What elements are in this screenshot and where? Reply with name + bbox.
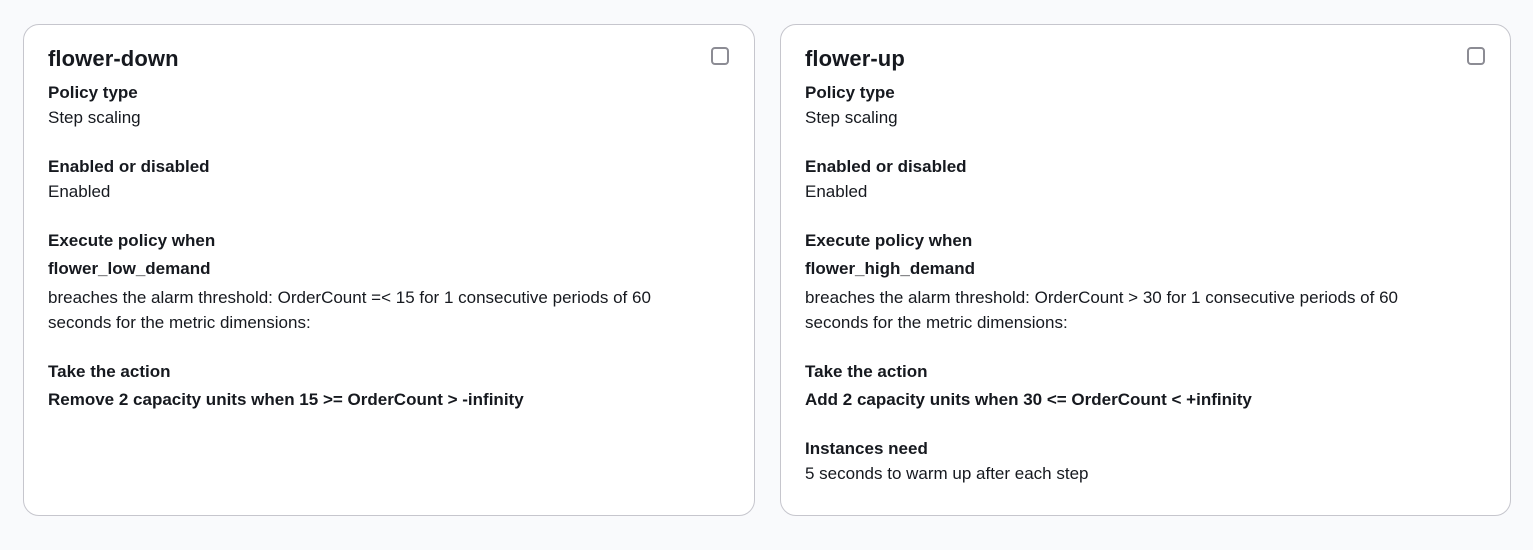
take-action-label: Take the action: [48, 362, 171, 381]
policy-type-value: Step scaling: [805, 108, 898, 127]
policy-type-label: Policy type: [805, 83, 895, 102]
enabled-value: Enabled: [48, 182, 111, 201]
enabled-label: Enabled or disabled: [805, 157, 967, 176]
alarm-name: flower_low_demand: [48, 259, 211, 278]
action-value: Add 2 capacity units when 30 <= OrderCou…: [805, 390, 1252, 409]
policy-type-label: Policy type: [48, 83, 138, 102]
select-policy-checkbox[interactable]: [1467, 47, 1485, 65]
policy-card-flower-up: flower-up Policy type Step scaling Enabl…: [780, 24, 1511, 516]
alarm-description: breaches the alarm threshold: OrderCount…: [48, 288, 651, 332]
scaling-policies-container: flower-down Policy type Step scaling Ena…: [0, 0, 1533, 550]
execute-policy-label: Execute policy when: [805, 231, 973, 250]
policy-title: flower-up: [805, 46, 905, 71]
select-policy-checkbox[interactable]: [711, 47, 729, 65]
enabled-label: Enabled or disabled: [48, 157, 210, 176]
alarm-name: flower_high_demand: [805, 259, 976, 278]
enabled-value: Enabled: [805, 182, 868, 201]
policy-type-value: Step scaling: [48, 108, 141, 127]
warmup-label: Instances need: [805, 439, 928, 458]
alarm-description: breaches the alarm threshold: OrderCount…: [805, 288, 1398, 332]
policy-card-flower-down: flower-down Policy type Step scaling Ena…: [23, 24, 755, 516]
execute-policy-label: Execute policy when: [48, 231, 216, 250]
action-value: Remove 2 capacity units when 15 >= Order…: [48, 390, 524, 409]
policy-title: flower-down: [48, 46, 179, 71]
take-action-label: Take the action: [805, 362, 928, 381]
warmup-value: 5 seconds to warm up after each step: [805, 464, 1089, 483]
